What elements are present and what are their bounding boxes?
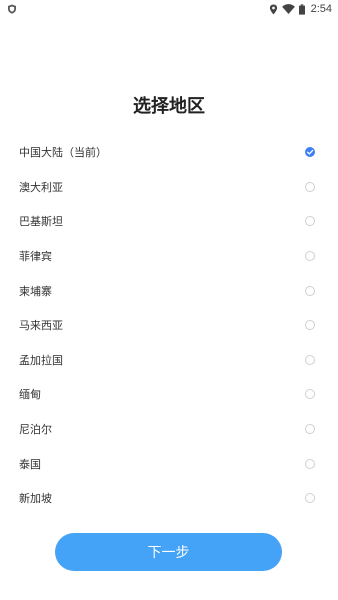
radio-icon[interactable] bbox=[305, 458, 315, 469]
radio-icon[interactable] bbox=[305, 285, 315, 296]
status-time: 2:54 bbox=[310, 3, 332, 15]
region-label: 尼泊尔 bbox=[19, 423, 52, 437]
page-title: 选择地区 bbox=[133, 96, 205, 117]
region-item-singapore[interactable]: 新加坡 bbox=[0, 481, 338, 516]
region-label: 柬埔寨 bbox=[19, 284, 52, 298]
status-bar: 2:54 bbox=[0, 0, 338, 18]
region-list: 中国大陆（当前） 澳大利亚 巴基斯坦 菲律宾 柬埔寨 马来西亚 孟加拉国 缅甸 … bbox=[0, 135, 338, 516]
checkmark-icon bbox=[306, 150, 314, 155]
radio-icon[interactable] bbox=[305, 493, 315, 504]
wifi-icon bbox=[281, 4, 295, 14]
region-item-bangladesh[interactable]: 孟加拉国 bbox=[0, 343, 338, 378]
region-item-pakistan[interactable]: 巴基斯坦 bbox=[0, 204, 338, 239]
region-label: 马来西亚 bbox=[19, 319, 63, 333]
radio-icon[interactable] bbox=[305, 251, 315, 262]
region-item-myanmar[interactable]: 缅甸 bbox=[0, 377, 338, 412]
region-item-philippines[interactable]: 菲律宾 bbox=[0, 239, 338, 274]
battery-icon bbox=[298, 3, 305, 15]
region-label: 澳大利亚 bbox=[19, 180, 63, 194]
location-pin-icon bbox=[269, 4, 277, 14]
status-icons: 2:54 bbox=[269, 2, 332, 16]
region-label: 孟加拉国 bbox=[19, 353, 63, 367]
region-label: 泰国 bbox=[19, 457, 41, 471]
region-label: 缅甸 bbox=[19, 388, 41, 402]
radio-icon[interactable] bbox=[305, 354, 315, 365]
next-button[interactable]: 下一步 bbox=[55, 533, 282, 571]
region-item-australia[interactable]: 澳大利亚 bbox=[0, 170, 338, 205]
region-label: 中国大陆（当前） bbox=[19, 146, 107, 160]
checked-radio-icon[interactable] bbox=[305, 147, 315, 158]
region-item-china-mainland[interactable]: 中国大陆（当前） bbox=[0, 135, 338, 170]
radio-icon[interactable] bbox=[305, 216, 315, 227]
region-label: 菲律宾 bbox=[19, 250, 52, 264]
radio-icon[interactable] bbox=[305, 181, 315, 192]
region-item-cambodia[interactable]: 柬埔寨 bbox=[0, 273, 338, 308]
region-item-malaysia[interactable]: 马来西亚 bbox=[0, 308, 338, 343]
region-item-nepal[interactable]: 尼泊尔 bbox=[0, 412, 338, 447]
region-label: 新加坡 bbox=[19, 492, 52, 506]
region-label: 巴基斯坦 bbox=[19, 215, 63, 229]
shield-icon bbox=[8, 4, 16, 14]
radio-icon[interactable] bbox=[305, 389, 315, 400]
radio-icon[interactable] bbox=[305, 424, 315, 435]
radio-icon[interactable] bbox=[305, 320, 315, 331]
region-item-thailand[interactable]: 泰国 bbox=[0, 446, 338, 481]
